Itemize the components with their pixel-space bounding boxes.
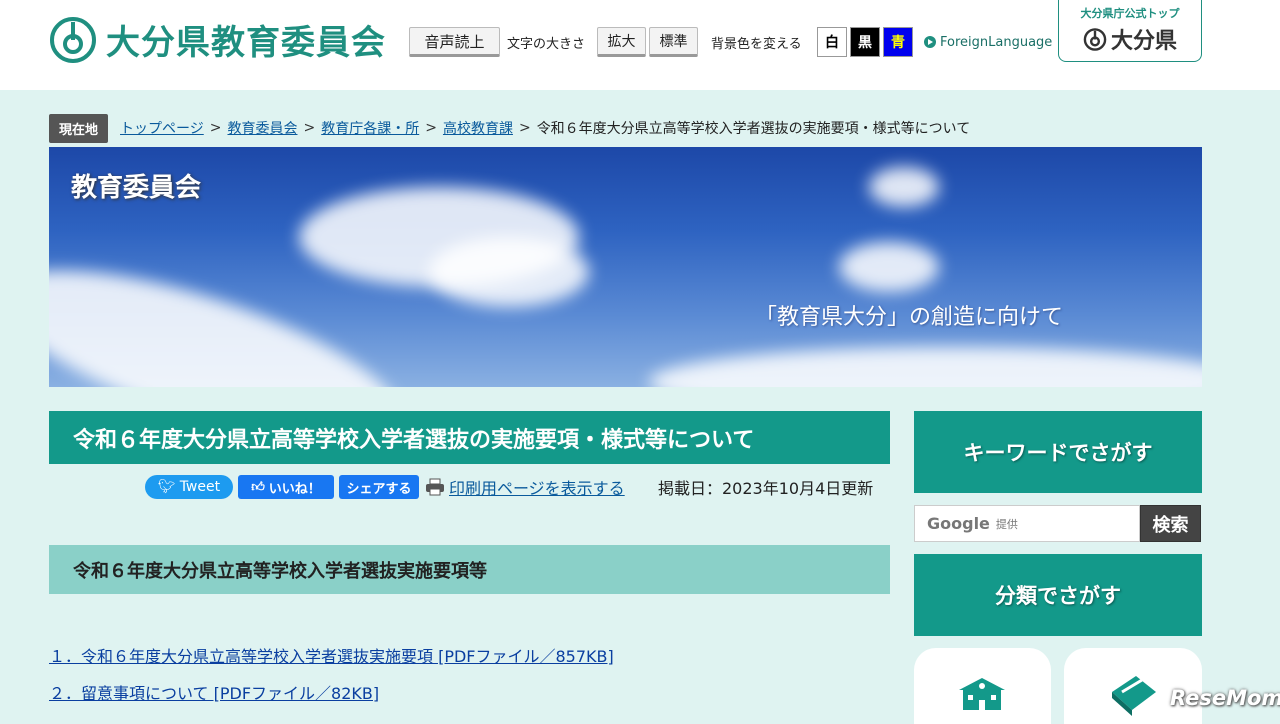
pref-top-title: 大分県 <box>1110 29 1177 54</box>
breadcrumb-separator: > <box>425 120 437 136</box>
tweet-label: Tweet <box>179 479 221 495</box>
bg-black-button[interactable]: 黒 <box>850 27 880 57</box>
bg-blue-button[interactable]: 青 <box>883 27 913 57</box>
keyword-search-heading: キーワードでさがす <box>914 411 1202 493</box>
font-size-label: 文字の大きさ <box>507 36 586 52</box>
breadcrumb-top-link[interactable]: トップページ <box>120 118 204 138</box>
category-search-heading: 分類でさがす <box>914 554 1202 636</box>
like-label: いいね！ <box>268 481 321 497</box>
print-page-link[interactable]: 印刷用ページを表示する <box>425 475 625 499</box>
prefecture-emblem-icon <box>50 17 96 63</box>
play-arrow-icon <box>924 36 936 48</box>
pref-top-caption: 大分県庁公式トップ <box>1080 7 1180 20</box>
facebook-share-button[interactable]: シェアする <box>339 475 419 499</box>
prefecture-top-link[interactable]: 大分県庁公式トップ 大分県 <box>1058 0 1202 62</box>
banner-cloud <box>429 237 589 307</box>
standard-font-button[interactable]: 標準 <box>649 27 698 57</box>
search-button[interactable]: 検索 <box>1140 505 1201 542</box>
breadcrumb-highschool-link[interactable]: 高校教育課 <box>443 118 513 138</box>
book-icon <box>1112 676 1156 716</box>
pref-top-title-row: 大分県 <box>1059 23 1201 55</box>
prefecture-emblem-icon <box>1083 28 1107 51</box>
twitter-bird-icon: 🐦︎ <box>157 479 176 495</box>
google-logo: Google <box>927 514 990 533</box>
breadcrumb-separator: > <box>303 120 316 136</box>
current-location-label: 現在地 <box>49 113 109 143</box>
search-input[interactable] <box>1017 515 1139 532</box>
breadcrumb-separator: > <box>209 120 222 136</box>
site-header: 大分県教育委員会 音声読上 文字の大きさ 拡大 標準 背景色を変える 白 黒 青… <box>0 0 1280 90</box>
pdf-link-notes[interactable]: ２．留意事項について [PDFファイル／82KB] <box>49 680 379 704</box>
banner-cloud <box>649 347 1202 387</box>
breadcrumb-current: 令和６年度大分県立高等学校入学者選抜の実施要項・様式等について <box>536 121 971 137</box>
banner-title: 教育委員会 <box>71 173 202 203</box>
foreign-language-label: ForeignLanguage <box>940 34 1053 50</box>
site-title: 大分県教育委員会 <box>106 22 386 63</box>
bg-color-label: 背景色を変える <box>711 36 802 52</box>
breadcrumb-board-link[interactable]: 教育委員会 <box>227 118 297 138</box>
facebook-like-button[interactable]: 👍︎ いいね！ <box>238 475 334 499</box>
thumbs-up-icon: 👍︎ <box>251 479 265 495</box>
page-title: 令和６年度大分県立高等学校入学者選抜の実施要項・様式等について <box>49 411 890 464</box>
site-logo[interactable]: 大分県教育委員会 <box>48 14 386 64</box>
print-link-label: 印刷用ページを表示する <box>449 479 625 498</box>
google-provided-label: 提供 <box>995 517 1018 531</box>
enlarge-font-button[interactable]: 拡大 <box>597 27 646 57</box>
section-heading: 令和６年度大分県立高等学校入学者選抜実施要項等 <box>49 545 890 594</box>
read-aloud-button[interactable]: 音声読上 <box>409 27 500 57</box>
banner-cloud <box>869 167 939 207</box>
posted-date: 掲載日：2023年10月4日更新 <box>658 479 874 498</box>
pdf-link-guidelines[interactable]: １．令和６年度大分県立高等学校入学者選抜実施要項 [PDFファイル／857KB] <box>49 643 614 667</box>
breadcrumb: 現在地 トップページ > 教育委員会 > 教育庁各課・所 > 高校教育課 > 令… <box>49 113 971 143</box>
breadcrumb-departments-link[interactable]: 教育庁各課・所 <box>321 118 419 138</box>
school-building-icon <box>959 678 1005 710</box>
category-card-school[interactable] <box>914 648 1051 724</box>
banner-cloud <box>839 242 939 292</box>
resemom-watermark: ReseMom <box>1170 686 1280 710</box>
tweet-button[interactable]: 🐦︎ Tweet <box>145 475 233 499</box>
site-search-box[interactable]: Google 提供 <box>914 505 1140 542</box>
banner-tagline: 「教育県大分」の創造に向けて <box>755 305 1064 330</box>
hero-banner: 教育委員会 「教育県大分」の創造に向けて <box>49 147 1202 387</box>
printer-icon <box>426 478 444 496</box>
bg-white-button[interactable]: 白 <box>817 27 847 57</box>
breadcrumb-separator: > <box>518 120 531 136</box>
foreign-language-link[interactable]: ForeignLanguage <box>924 27 1052 57</box>
